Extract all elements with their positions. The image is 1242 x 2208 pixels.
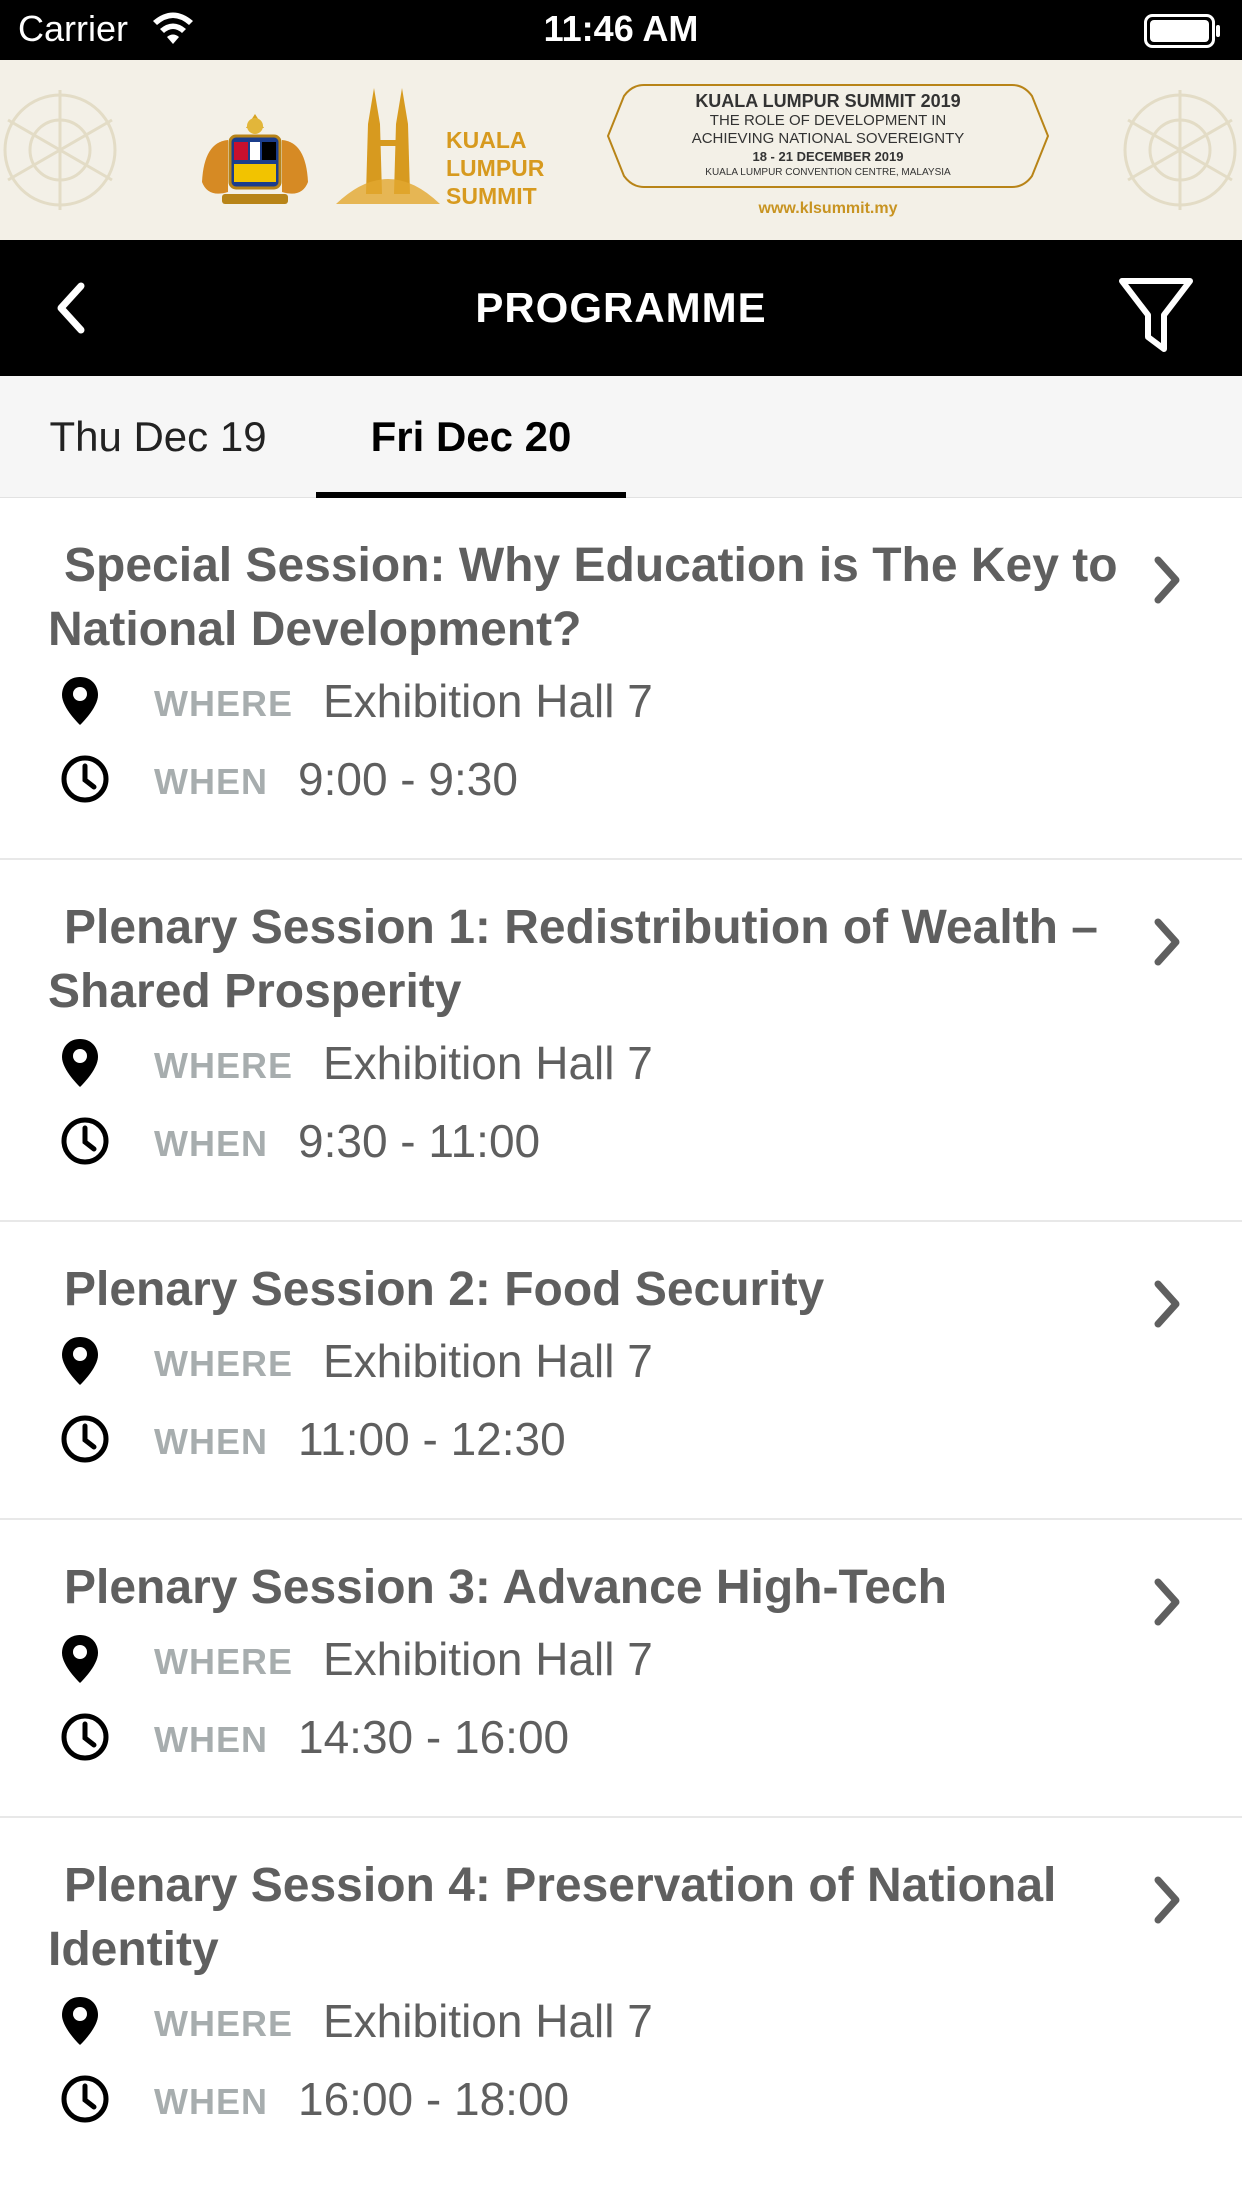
session-title: Plenary Session 4: Preservation of Natio… (48, 1859, 1057, 1976)
session-item[interactable]: Plenary Session 1: Redistribution of Wea… (0, 860, 1242, 1222)
where-label: WHERE (154, 683, 293, 724)
when-label: WHEN (154, 1719, 268, 1760)
where-row: WHERE Exhibition Hall 7 (48, 1024, 1132, 1102)
summit-subtitle: THE ROLE OF DEVELOPMENT IN (709, 112, 947, 129)
session-list: Special Session: Why Education is The Ke… (0, 498, 1242, 2178)
where-value: Exhibition Hall 7 (323, 1995, 653, 2047)
session-item[interactable]: Plenary Session 2: Food Security WHERE E… (0, 1222, 1242, 1520)
location-pin-icon (60, 1035, 120, 1091)
where-label: WHERE (154, 1045, 293, 1086)
where-label: WHERE (154, 2003, 293, 2044)
where-row: WHERE Exhibition Hall 7 (48, 1620, 1132, 1698)
day-tabs: Thu Dec 19 Fri Dec 20 (0, 376, 1242, 498)
clock-icon (60, 1709, 120, 1765)
where-value: Exhibition Hall 7 (323, 1335, 653, 1387)
status-bar: Carrier 11:46 AM (0, 0, 1242, 60)
session-title: Plenary Session 3: Advance High-Tech (64, 1561, 947, 1614)
location-pin-icon (60, 1631, 120, 1687)
malaysia-crest-icon (202, 114, 308, 204)
where-value: Exhibition Hall 7 (323, 675, 653, 727)
when-value: 9:00 - 9:30 (298, 753, 518, 805)
where-label: WHERE (154, 1343, 293, 1384)
when-value: 9:30 - 11:00 (298, 1115, 541, 1167)
when-label: WHEN (154, 2081, 268, 2122)
when-value: 16:00 - 18:00 (298, 2073, 570, 2125)
when-value: 14:30 - 16:00 (298, 1711, 570, 1763)
page-title: PROGRAMME (475, 284, 767, 331)
chevron-right-icon (1154, 1578, 1180, 1626)
brand-line: KUALA (446, 127, 527, 153)
clock-icon (60, 2071, 120, 2127)
back-button[interactable] (40, 276, 100, 340)
when-row: WHEN 16:00 - 18:00 (48, 2060, 1132, 2138)
tab-thu-dec-19[interactable]: Thu Dec 19 (0, 376, 316, 498)
filter-button[interactable] (1116, 276, 1196, 356)
session-item[interactable]: Special Session: Why Education is The Ke… (0, 498, 1242, 860)
clock-icon (60, 751, 120, 807)
when-row: WHEN 9:00 - 9:30 (48, 740, 1132, 818)
chevron-left-icon (57, 282, 85, 334)
where-label: WHERE (154, 1641, 293, 1682)
battery-icon (1144, 14, 1220, 48)
chevron-right-icon (1154, 556, 1180, 604)
kl-summit-brand: KUALA LUMPUR SUMMIT (446, 126, 544, 210)
when-row: WHEN 9:30 - 11:00 (48, 1102, 1132, 1180)
summit-venue: KUALA LUMPUR CONVENTION CENTRE, MALAYSIA (705, 167, 951, 178)
clock-icon (60, 1113, 120, 1169)
wifi-icon (153, 12, 193, 44)
summit-subtitle: ACHIEVING NATIONAL SOVEREIGNTY (691, 130, 965, 147)
when-value: 11:00 - 12:30 (298, 1413, 566, 1465)
tab-fri-dec-20[interactable]: Fri Dec 20 (316, 376, 626, 498)
where-value: Exhibition Hall 7 (323, 1037, 653, 1089)
brand-line: LUMPUR (446, 155, 545, 181)
petronas-towers-icon (336, 88, 440, 204)
when-label: WHEN (154, 761, 268, 802)
session-title: Plenary Session 1: Redistribution of Wea… (48, 901, 1098, 1018)
session-item[interactable]: Plenary Session 4: Preservation of Natio… (0, 1818, 1242, 2178)
clock-icon (60, 1411, 120, 1467)
chevron-right-icon (1154, 1280, 1180, 1328)
summit-title: KUALA LUMPUR SUMMIT 2019 (695, 91, 961, 111)
where-row: WHERE Exhibition Hall 7 (48, 1982, 1132, 2060)
where-row: WHERE Exhibition Hall 7 (48, 662, 1132, 740)
where-row: WHERE Exhibition Hall 7 (48, 1322, 1132, 1400)
when-label: WHEN (154, 1123, 268, 1164)
chevron-right-icon (1154, 1876, 1180, 1924)
navigation-bar: PROGRAMME (0, 240, 1242, 376)
session-title: Plenary Session 2: Food Security (64, 1263, 825, 1316)
where-value: Exhibition Hall 7 (323, 1633, 653, 1685)
summit-banner: KUALA LUMPUR SUMMIT KUALA LUMPUR SUMMIT … (0, 60, 1242, 240)
when-row: WHEN 11:00 - 12:30 (48, 1400, 1132, 1478)
location-pin-icon (60, 1333, 120, 1389)
summit-dates: 18 - 21 DECEMBER 2019 (752, 149, 904, 164)
summit-info-box: KUALA LUMPUR SUMMIT 2019 THE ROLE OF DEV… (604, 82, 1052, 190)
carrier-label: Carrier (18, 8, 129, 49)
filter-icon (1119, 278, 1193, 352)
when-row: WHEN 14:30 - 16:00 (48, 1698, 1132, 1776)
session-title: Special Session: Why Education is The Ke… (48, 539, 1118, 656)
summit-url: www.klsummit.my (758, 200, 898, 217)
session-item[interactable]: Plenary Session 3: Advance High-Tech WHE… (0, 1520, 1242, 1818)
chevron-right-icon (1154, 918, 1180, 966)
location-pin-icon (60, 1993, 120, 2049)
when-label: WHEN (154, 1421, 268, 1462)
brand-line: SUMMIT (446, 183, 537, 209)
location-pin-icon (60, 673, 120, 729)
